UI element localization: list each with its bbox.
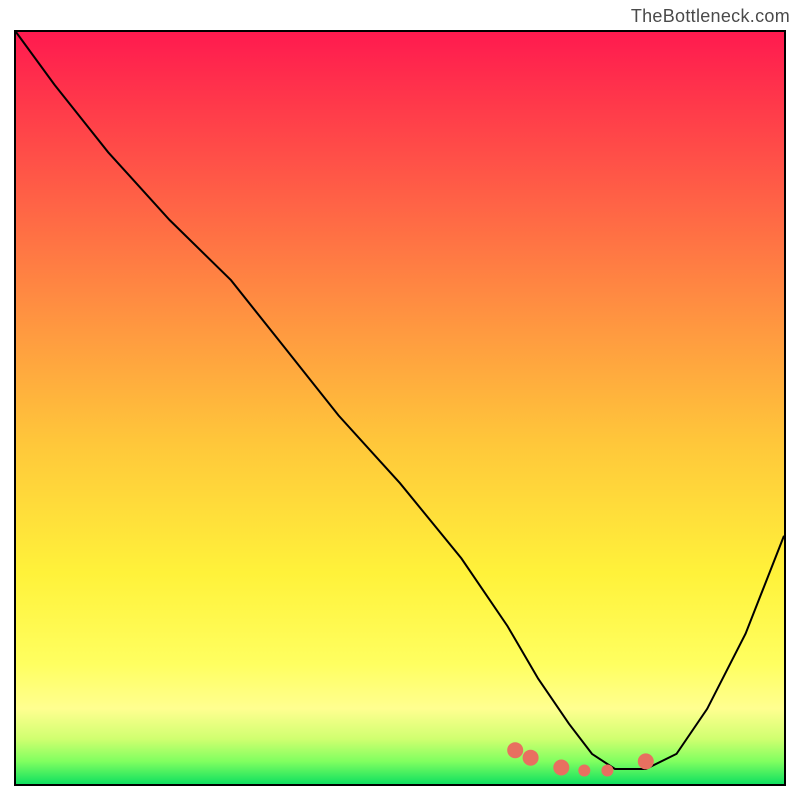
data-points	[507, 742, 654, 776]
point-cluster-e	[601, 765, 613, 777]
point-cluster-c	[553, 760, 569, 776]
curve-svg	[16, 32, 784, 784]
point-cluster-a	[507, 742, 523, 758]
point-cluster-f	[638, 753, 654, 769]
watermark-text: TheBottleneck.com	[631, 6, 790, 27]
plot-frame	[14, 30, 786, 786]
bottleneck-curve	[16, 32, 784, 769]
chart-container: TheBottleneck.com	[0, 0, 800, 800]
point-cluster-d	[578, 765, 590, 777]
point-cluster-b	[523, 750, 539, 766]
